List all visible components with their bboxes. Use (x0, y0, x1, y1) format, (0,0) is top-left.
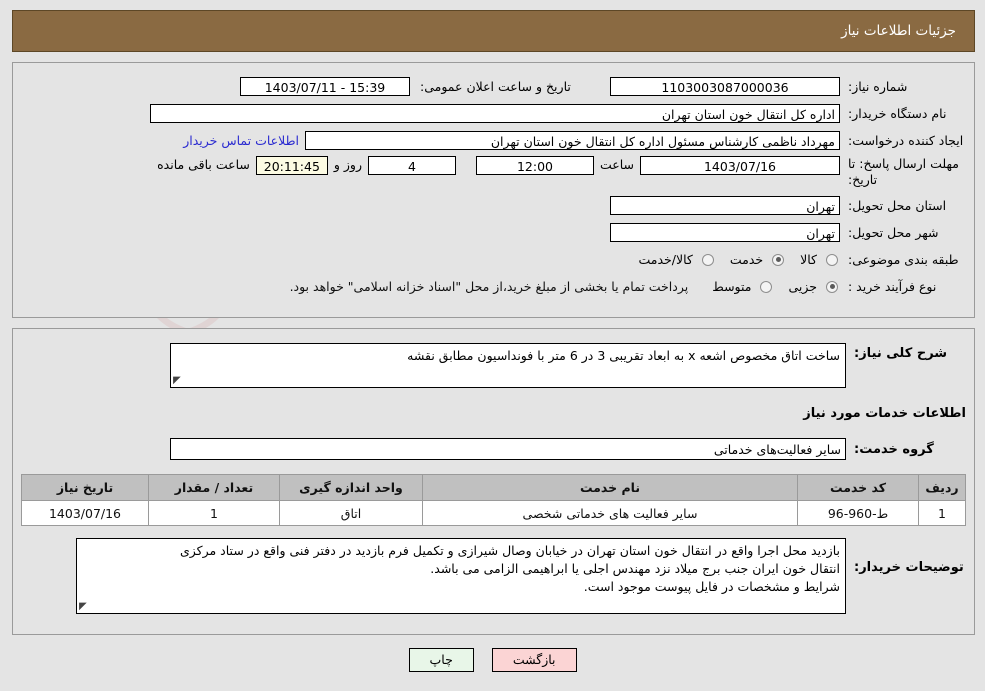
creator-field: مهرداد ناظمی کارشناس مسئول اداره کل انتق… (305, 131, 840, 150)
radio-process-0[interactable] (826, 280, 838, 293)
countdown-label: ساعت باقی مانده (157, 157, 250, 172)
radio-process-1-label: متوسط (712, 279, 752, 294)
th-unit: واحد اندازه گیری (279, 474, 423, 501)
print-button[interactable]: چاپ (408, 648, 474, 672)
radio-process-0-label: جزیی (788, 279, 817, 294)
page-title-bar: جزئیات اطلاعات نیاز (12, 10, 975, 52)
classification-label: طبقه بندی موضوعی: (848, 251, 959, 267)
cell-service-name: سایر فعالیت های خدماتی شخصی (422, 500, 798, 526)
province-field: تهران (610, 196, 840, 215)
page-root: AnaTender.net جزئیات اطلاعات نیاز شماره … (0, 0, 985, 691)
buyer-notes-label: توضیحات خریدار: (854, 560, 964, 575)
service-group-label: گروه خدمت: (854, 441, 934, 457)
radio-classification-0-label: کالا (800, 252, 817, 267)
process-radio-group: جزیی متوسط (702, 279, 840, 294)
province-label: استان محل تحویل: (848, 197, 947, 213)
cell-row-no: 1 (918, 500, 966, 526)
row-need-number: شماره نیاز: 1103003087000036 تاریخ و ساع… (13, 73, 974, 100)
resize-grip-icon[interactable]: ◥ (173, 375, 183, 386)
buyer-contact-link[interactable]: اطلاعات تماس خریدار (177, 133, 305, 148)
row-province: استان محل تحویل: تهران (13, 192, 974, 219)
page-title: جزئیات اطلاعات نیاز (841, 23, 956, 39)
row-classification: طبقه بندی موضوعی: کالا خدمت کالا/خدمت (13, 246, 974, 273)
countdown-field: 20:11:45 (255, 156, 328, 175)
th-service-code: کد خدمت (797, 474, 919, 501)
classification-radio-group: کالا خدمت کالا/خدمت (628, 252, 840, 267)
cell-quantity: 1 (148, 500, 280, 526)
resize-grip-icon[interactable]: ◥ (79, 601, 89, 612)
remaining-days-field: 4 (367, 156, 456, 175)
radio-classification-2-label: کالا/خدمت (638, 252, 693, 267)
treasury-note: پرداخت تمام یا بخشی از مبلغ خرید،از محل … (289, 279, 689, 294)
cell-need-date: 1403/07/16 (21, 500, 149, 526)
process-label: نوع فرآیند خرید : (848, 278, 937, 294)
public-announce-label: تاریخ و ساعت اعلان عمومی: (420, 78, 571, 94)
city-field: تهران (610, 223, 840, 242)
cell-service-code: ط-960-96 (797, 500, 919, 526)
buyer-org-field: اداره کل انتقال خون استان تهران (150, 104, 840, 123)
th-quantity: تعداد / مقدار (148, 474, 280, 501)
public-announce-field: 15:39 - 1403/07/11 (240, 77, 410, 96)
back-button[interactable]: بازگشت (491, 648, 577, 672)
buyer-org-label: نام دستگاه خریدار: (848, 105, 947, 121)
creator-label: ایجاد کننده درخواست: (848, 132, 964, 148)
radio-classification-2[interactable] (701, 253, 714, 266)
th-service-name: نام خدمت (422, 474, 798, 501)
hour-label: ساعت (599, 157, 634, 172)
need-info-panel: شماره نیاز: 1103003087000036 تاریخ و ساع… (12, 62, 975, 318)
general-desc-textarea[interactable]: ساخت اتاق مخصوص اشعه x به ابعاد تقریبی 3… (170, 343, 846, 388)
table-row: 1 ط-960-96 سایر فعالیت های خدماتی شخصی ا… (21, 500, 966, 526)
need-number-label: شماره نیاز: (848, 78, 908, 94)
services-table: ردیف کد خدمت نام خدمت واحد اندازه گیری ت… (21, 474, 966, 526)
action-buttons: بازگشت چاپ (0, 648, 985, 672)
need-details-panel: شرح کلی نیاز: ساخت اتاق مخصوص اشعه x به … (12, 328, 975, 635)
radio-classification-0[interactable] (826, 253, 838, 266)
general-desc-label: شرح کلی نیاز: (854, 346, 948, 361)
buyer-notes-line-1: انتقال خون ایران جنب برج میلاد نزد مهندس… (430, 561, 840, 577)
services-section-title: اطلاعات خدمات مورد نیاز (803, 406, 966, 421)
radio-classification-1-label: خدمت (729, 252, 764, 267)
row-buyer-org: نام دستگاه خریدار: اداره کل انتقال خون ا… (13, 100, 974, 127)
need-number-field: 1103003087000036 (610, 77, 840, 96)
radio-process-1[interactable] (760, 280, 773, 293)
deadline-label: مهلت ارسال پاسخ: تا تاریخ: (848, 156, 959, 187)
th-need-date: تاریخ نیاز (21, 474, 149, 501)
row-process-type: نوع فرآیند خرید : جزیی متوسط پرداخت تمام… (13, 273, 974, 300)
row-buyer-notes: توضیحات خریدار: بازدید محل اجرا واقع در … (13, 538, 974, 614)
services-table-wrap: ردیف کد خدمت نام خدمت واحد اندازه گیری ت… (13, 460, 974, 526)
deadline-hour-field: 12:00 (475, 156, 594, 175)
row-city: شهر محل تحویل: تهران (13, 219, 974, 246)
general-desc-value: ساخت اتاق مخصوص اشعه x به ابعاد تقریبی 3… (407, 348, 840, 363)
row-deadline: مهلت ارسال پاسخ: تا تاریخ: 1403/07/16 سا… (13, 154, 974, 192)
table-header-row: ردیف کد خدمت نام خدمت واحد اندازه گیری ت… (21, 474, 966, 501)
row-creator: ایجاد کننده درخواست: مهرداد ناظمی کارشنا… (13, 127, 974, 154)
row-services-title: اطلاعات خدمات مورد نیاز (13, 388, 974, 421)
radio-classification-1[interactable] (772, 253, 785, 266)
service-group-field: سایر فعالیت‌های خدماتی (170, 438, 846, 460)
row-service-group: گروه خدمت: سایر فعالیت‌های خدماتی (13, 438, 974, 460)
city-label: شهر محل تحویل: (848, 224, 939, 240)
buyer-notes-textarea[interactable]: بازدید محل اجرا واقع در انتقال خون استان… (76, 538, 846, 614)
days-label: روز و (333, 157, 362, 172)
buyer-notes-line-0: بازدید محل اجرا واقع در انتقال خون استان… (179, 543, 840, 558)
deadline-date-field: 1403/07/16 (640, 156, 840, 175)
row-general-desc: شرح کلی نیاز: ساخت اتاق مخصوص اشعه x به … (13, 343, 974, 388)
th-row-no: ردیف (918, 474, 966, 501)
buyer-notes-line-2: شرایط و مشخصات در فایل پیوست موجود است. (583, 579, 840, 595)
cell-unit: اتاق (279, 500, 423, 526)
